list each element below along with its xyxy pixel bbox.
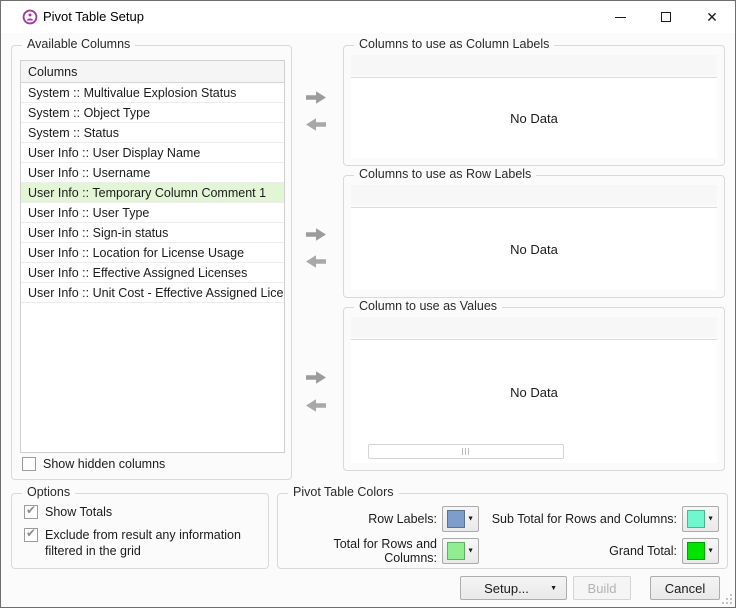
available-columns-group-label: Available Columns [22,37,135,51]
minimize-button[interactable] [597,1,643,33]
checkbox-label: Show hidden columns [43,456,165,472]
close-icon: ✕ [706,10,718,24]
column-item[interactable]: User Info :: User Display Name [21,143,284,163]
setup-button[interactable]: Setup... ▼ [460,576,567,600]
column-item[interactable]: System :: Object Type [21,103,284,123]
right-arrow-icon [303,89,329,106]
left-arrow-icon [303,253,329,270]
dropdown-arrow-icon: ▼ [550,585,557,592]
add-values-button[interactable] [299,365,333,389]
column-item[interactable]: User Info :: Unit Cost - Effective Assig… [21,283,284,303]
add-row-label-button[interactable] [299,222,333,246]
color-swatch [687,510,705,528]
column-labels-list-header [351,55,717,75]
column-labels-drop-area[interactable]: No Data [351,77,717,158]
window-title: Pivot Table Setup [43,9,144,24]
show-totals-checkbox[interactable]: ✔ Show Totals [24,504,112,520]
column-labels-group: Columns to use as Column Labels No Data [343,45,725,166]
column-item[interactable]: User Info :: Sign-in status [21,223,284,243]
options-group: Options ✔ Show Totals ✔ Exclude from res… [11,493,269,569]
check-icon: ✔ [26,503,36,517]
dropdown-arrow-icon: ▼ [707,516,714,523]
cancel-button[interactable]: Cancel [650,576,720,600]
values-list-header [351,317,717,337]
scrollbar-grip-icon [462,448,470,455]
column-item[interactable]: System :: Multivalue Explosion Status [21,83,284,103]
show-hidden-columns-checkbox[interactable]: Show hidden columns [22,456,165,472]
close-button[interactable]: ✕ [689,1,735,33]
column-item-selected[interactable]: User Info :: Temporary Column Comment 1 [21,183,284,203]
column-item[interactable]: User Info :: Effective Assigned Licenses [21,263,284,283]
build-button[interactable]: Build [573,576,631,600]
maximize-button[interactable] [643,1,689,33]
dropdown-arrow-icon: ▼ [707,548,714,555]
grand-total-color-dropdown[interactable]: ▼ [682,538,719,564]
setup-button-label: Setup... [484,581,529,596]
values-horizontal-scrollbar[interactable] [368,444,564,459]
column-item[interactable]: System :: Status [21,123,284,143]
titlebar: Pivot Table Setup ✕ [1,1,735,33]
grand-total-color-field: Grand Total: ▼ [438,538,719,564]
total-color-label: Total for Rows and Columns: [282,537,442,565]
add-column-label-button[interactable] [299,85,333,109]
check-icon: ✔ [26,526,36,540]
checkbox-box[interactable]: ✔ [24,505,38,519]
cancel-button-label: Cancel [665,581,705,596]
row-labels-group-label: Columns to use as Row Labels [354,167,536,181]
right-arrow-icon [303,369,329,386]
available-columns-group: Available Columns Columns System :: Mult… [11,45,292,480]
no-data-text: No Data [510,242,558,257]
checkbox-label: Show Totals [45,504,112,520]
column-item[interactable]: User Info :: Location for License Usage [21,243,284,263]
row-labels-list-header [351,185,717,205]
right-arrow-icon [303,226,329,243]
subtotal-color-field: Sub Total for Rows and Columns: ▼ [438,506,719,532]
build-button-label: Build [588,581,617,596]
remove-column-label-button[interactable] [299,112,333,136]
pivot-colors-group-label: Pivot Table Colors [288,485,399,499]
available-columns-list[interactable]: Columns System :: Multivalue Explosion S… [20,60,285,453]
row-labels-color-label: Row Labels: [282,512,442,526]
checkbox-box[interactable] [22,457,36,471]
values-group: Column to use as Values No Data [343,307,725,471]
remove-values-button[interactable] [299,393,333,417]
color-swatch [687,542,705,560]
minimize-icon [615,17,626,18]
checkbox-box[interactable]: ✔ [24,528,38,542]
app-icon [22,9,38,25]
checkbox-label: Exclude from result any information filt… [45,527,256,559]
values-group-label: Column to use as Values [354,299,502,313]
left-arrow-icon [303,397,329,414]
row-labels-group: Columns to use as Row Labels No Data [343,175,725,298]
column-labels-group-label: Columns to use as Column Labels [354,37,554,51]
pivot-table-setup-dialog: Pivot Table Setup ✕ Available Columns Co… [0,0,736,608]
exclude-filtered-checkbox[interactable]: ✔ Exclude from result any information fi… [24,527,256,559]
subtotal-color-dropdown[interactable]: ▼ [682,506,719,532]
grand-total-color-label: Grand Total: [438,544,682,558]
no-data-text: No Data [510,385,558,400]
column-item[interactable]: User Info :: Username [21,163,284,183]
pivot-colors-group: Pivot Table Colors Row Labels: ▼ Sub Tot… [277,493,728,569]
remove-row-label-button[interactable] [299,249,333,273]
resize-grip[interactable] [720,592,732,604]
options-group-label: Options [22,485,75,499]
maximize-icon [661,12,671,22]
left-arrow-icon [303,116,329,133]
subtotal-color-label: Sub Total for Rows and Columns: [438,512,682,526]
row-labels-drop-area[interactable]: No Data [351,207,717,290]
column-item[interactable]: User Info :: User Type [21,203,284,223]
no-data-text: No Data [510,111,558,126]
columns-list-header[interactable]: Columns [21,61,284,83]
